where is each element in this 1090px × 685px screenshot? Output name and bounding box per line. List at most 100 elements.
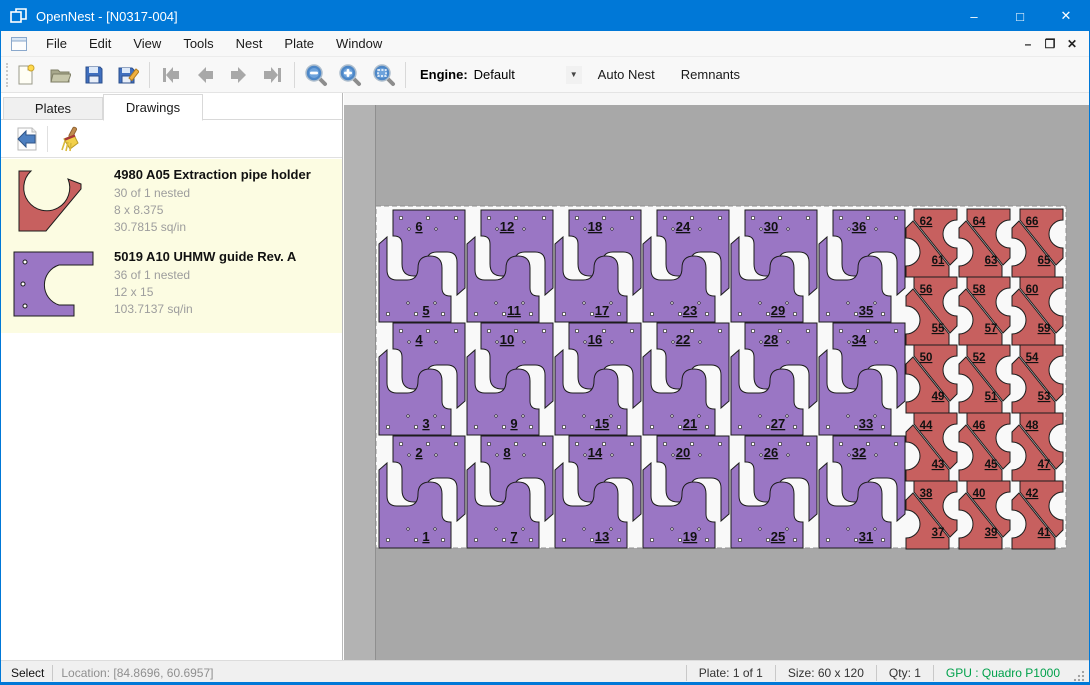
status-separator	[686, 665, 687, 681]
part-number: 62	[920, 216, 933, 228]
remnants-button[interactable]: Remnants	[671, 61, 750, 88]
mdi-restore-button[interactable]: ❐	[1039, 34, 1061, 54]
drawing-size: 12 x 15	[114, 285, 153, 299]
part-number: 17	[595, 303, 609, 318]
zoom-out-icon	[304, 63, 328, 87]
part-number: 9	[510, 416, 517, 431]
tab-plates[interactable]: Plates	[3, 97, 103, 120]
part-number: 41	[1038, 527, 1051, 539]
part-number: 64	[973, 216, 986, 228]
main-toolbar: Engine: Default ▼ Auto Nest Remnants	[1, 57, 1089, 93]
part-number: 43	[932, 459, 945, 471]
new-button[interactable]	[9, 60, 43, 90]
close-button[interactable]: ✕	[1043, 1, 1089, 31]
nest-canvas[interactable]: 6543211211109871817161514132423222120193…	[344, 93, 1090, 661]
save-icon	[83, 64, 105, 86]
part-number: 37	[932, 527, 945, 539]
status-location: Location: [84.8696, 60.6957]	[61, 666, 213, 680]
mdi-child-icon[interactable]	[11, 37, 27, 51]
drawings-panel: Plates Drawings 4980 A05 Ex	[1, 93, 343, 661]
menu-nest[interactable]: Nest	[225, 31, 274, 56]
previous-plate-button[interactable]	[188, 60, 222, 90]
part-number: 7	[510, 529, 517, 544]
title-bar: OpenNest - [N0317-004] – □ ✕	[1, 1, 1089, 31]
menu-window[interactable]: Window	[325, 31, 393, 56]
part-number: 42	[1026, 488, 1039, 500]
part-number: 36	[852, 219, 866, 234]
open-button[interactable]	[43, 60, 77, 90]
auto-nest-button[interactable]: Auto Nest	[588, 61, 665, 88]
resize-grip[interactable]	[1072, 669, 1086, 683]
part-number: 57	[985, 323, 998, 335]
drawing-nested-count: 36 of 1 nested	[114, 268, 190, 282]
part-number: 34	[852, 332, 867, 347]
chevron-down-icon[interactable]: ▼	[566, 66, 582, 84]
part-number: 60	[1026, 284, 1039, 296]
toolbar-separator	[405, 62, 406, 88]
toolbar-separator	[294, 62, 295, 88]
part-number: 5	[422, 303, 429, 318]
part-number: 2	[415, 445, 422, 460]
menu-view[interactable]: View	[122, 31, 172, 56]
part-number: 18	[588, 219, 602, 234]
part-number: 21	[683, 416, 697, 431]
part-number: 10	[500, 332, 514, 347]
save-button[interactable]	[77, 60, 111, 90]
first-plate-button[interactable]	[154, 60, 188, 90]
menu-plate[interactable]: Plate	[273, 31, 325, 56]
part-number: 33	[859, 416, 873, 431]
zoom-in-icon	[338, 63, 362, 87]
first-arrow-icon	[160, 64, 182, 86]
part-number: 53	[1038, 391, 1051, 403]
menu-edit[interactable]: Edit	[78, 31, 122, 56]
last-plate-button[interactable]	[256, 60, 290, 90]
mdi-minimize-button[interactable]: –	[1017, 34, 1039, 54]
zoom-in-button[interactable]	[333, 60, 367, 90]
clear-broom-button[interactable]	[55, 125, 83, 153]
next-plate-button[interactable]	[222, 60, 256, 90]
minimize-button[interactable]: –	[951, 1, 997, 31]
menu-items: FileEditViewToolsNestPlateWindow	[35, 31, 393, 56]
part-number: 31	[859, 529, 873, 544]
zoom-out-button[interactable]	[299, 60, 333, 90]
drawing-title: 4980 A05 Extraction pipe holder	[114, 167, 311, 182]
part-number: 1	[422, 529, 429, 544]
engine-label: Engine:	[420, 67, 468, 82]
part-number: 13	[595, 529, 609, 544]
part-number: 28	[764, 332, 778, 347]
mdi-close-button[interactable]: ✕	[1061, 34, 1083, 54]
zoom-extents-button[interactable]	[367, 60, 401, 90]
part-number: 32	[852, 445, 866, 460]
part-number: 22	[676, 332, 690, 347]
part-number: 12	[500, 219, 514, 234]
back-arrow-document-icon	[14, 126, 40, 152]
menu-tools[interactable]: Tools	[172, 31, 224, 56]
part-number: 65	[1038, 255, 1051, 267]
part-number: 20	[676, 445, 690, 460]
panel-tabstrip: Plates Drawings	[1, 93, 342, 120]
drawing-list-item[interactable]: 4980 A05 Extraction pipe holder30 of 1 n…	[1, 165, 342, 245]
previous-arrow-icon	[194, 64, 216, 86]
drawing-title: 5019 A10 UHMW guide Rev. A	[114, 249, 296, 264]
part-number: 63	[985, 255, 998, 267]
status-separator	[876, 665, 877, 681]
save-as-button[interactable]	[111, 60, 145, 90]
part-number: 61	[932, 255, 945, 267]
menu-file[interactable]: File	[35, 31, 78, 56]
part-number: 55	[932, 323, 945, 335]
drawings-list: 4980 A05 Extraction pipe holder30 of 1 n…	[1, 159, 342, 333]
part-number: 49	[932, 391, 945, 403]
part-number: 11	[507, 303, 521, 318]
zoom-extents-icon	[372, 63, 396, 87]
drawing-size: 8 x 8.375	[114, 203, 163, 217]
part-number: 19	[683, 529, 697, 544]
tab-drawings[interactable]: Drawings	[103, 94, 203, 121]
drawing-list-item[interactable]: 5019 A10 UHMW guide Rev. A 36 of 1 nested…	[1, 247, 342, 327]
part-number: 46	[973, 420, 986, 432]
send-back-button[interactable]	[13, 125, 41, 153]
part-number: 25	[771, 529, 785, 544]
part-number: 8	[503, 445, 510, 460]
engine-combobox[interactable]: Default ▼	[474, 64, 582, 86]
part-number: 51	[985, 391, 998, 403]
maximize-button[interactable]: □	[997, 1, 1043, 31]
